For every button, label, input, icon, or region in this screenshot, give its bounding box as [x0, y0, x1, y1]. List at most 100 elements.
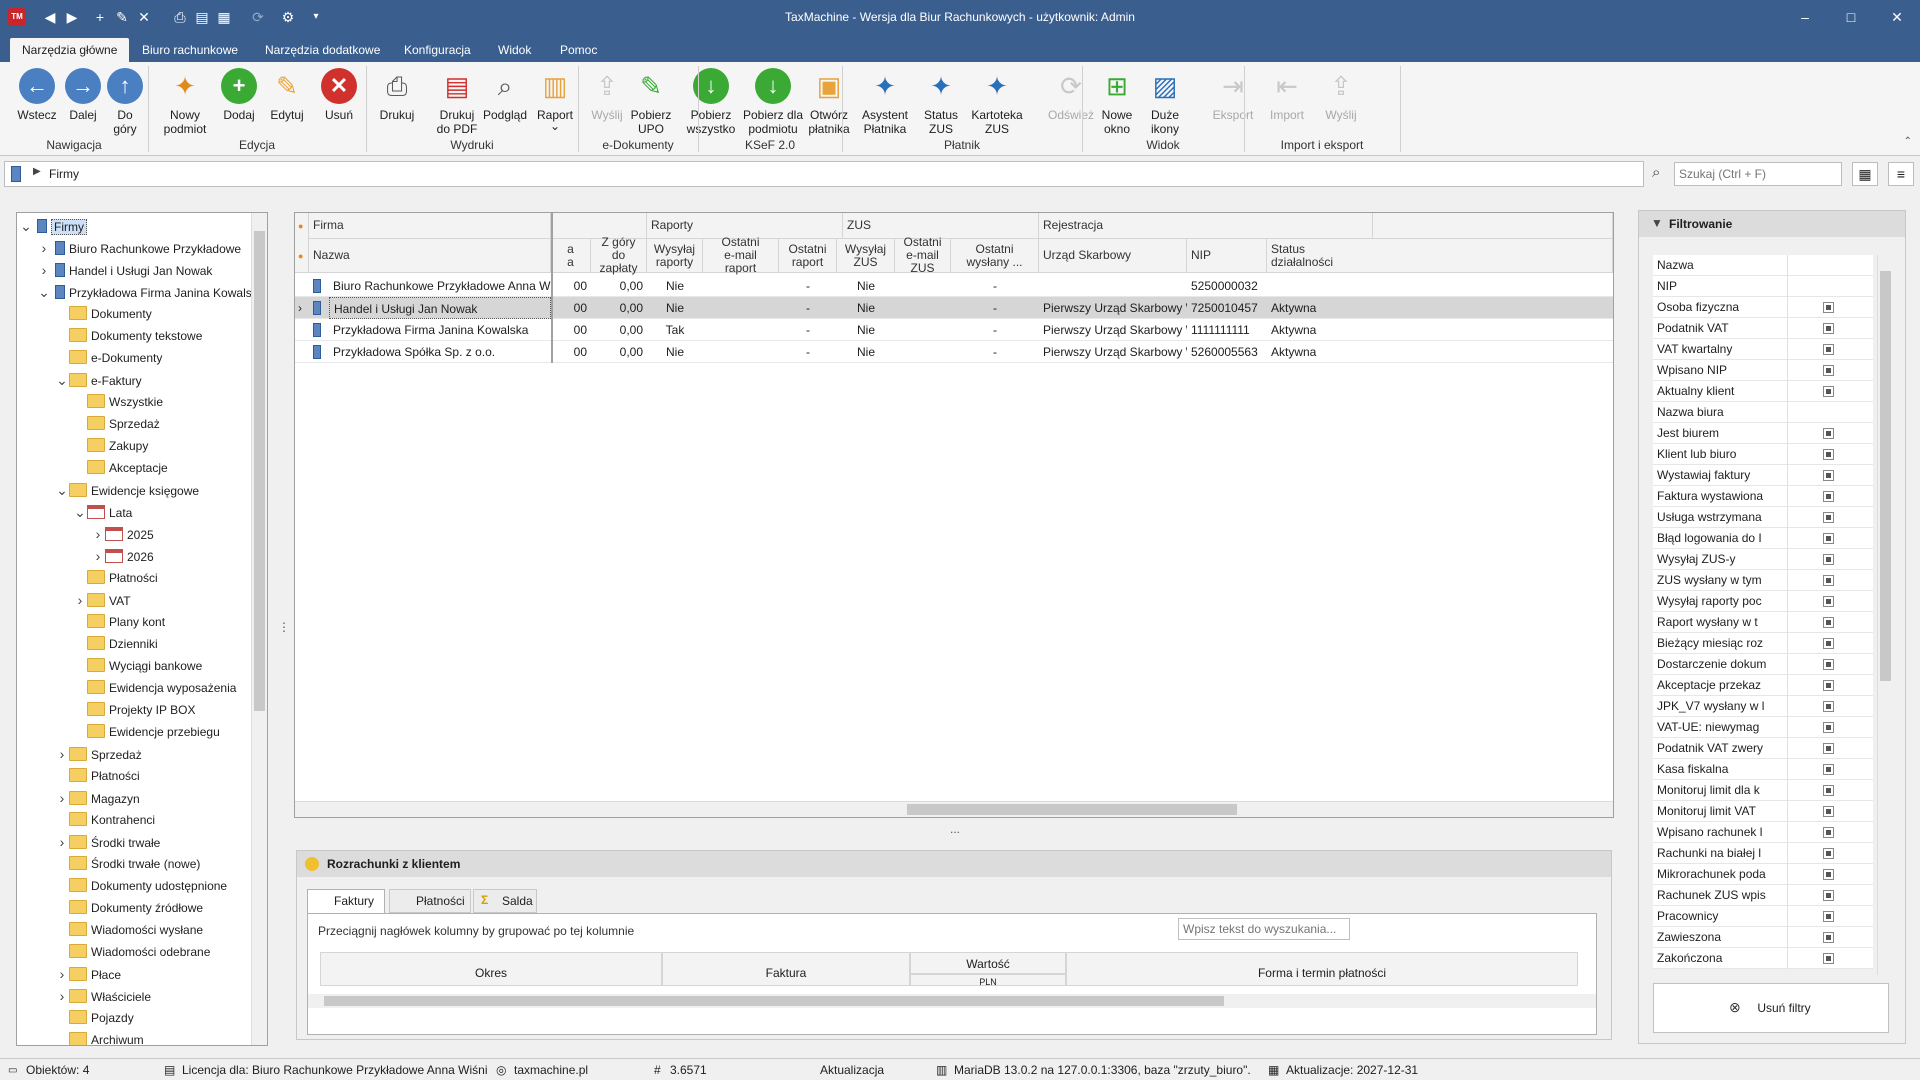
ribbon-button-status-zus[interactable]: ✦ Status ZUS — [914, 66, 968, 142]
ribbon-button-pobierz-dla-podmiotu[interactable]: ↓ Pobierz dla podmiotu — [740, 66, 806, 142]
tree-item[interactable]: › Sprzedaż — [55, 743, 142, 765]
clear-filters-button[interactable]: Usuń filtry — [1653, 983, 1889, 1033]
filter-checkbox[interactable] — [1823, 722, 1834, 733]
tree-item[interactable]: Płatności — [73, 567, 158, 589]
filter-checkbox[interactable] — [1823, 344, 1834, 355]
tree-item[interactable]: ⌄ Przykładowa Firma Janina Kowalska — [37, 281, 264, 303]
filter-row[interactable]: Bieżący miesiąc roz — [1653, 633, 1873, 654]
filter-checkbox[interactable] — [1823, 659, 1834, 670]
filter-row[interactable]: Kasa fiskalna — [1653, 759, 1873, 780]
tree-expander-icon[interactable]: ⌄ — [55, 369, 69, 391]
tab-widok[interactable]: Widok — [486, 38, 543, 62]
tree-item[interactable]: Plany kont — [73, 611, 165, 633]
tree-item[interactable]: Środki trwałe (nowe) — [55, 853, 200, 875]
ribbon-button-nowe-okno[interactable]: ⊞ Nowe okno — [1090, 66, 1144, 142]
tree-item[interactable]: ⌄ e-Faktury — [55, 369, 142, 391]
filter-checkbox[interactable] — [1823, 386, 1834, 397]
tree-expander-icon[interactable]: ⌄ — [73, 501, 87, 523]
splitter-horizontal-handle[interactable]: ... — [950, 822, 960, 836]
tree-item[interactable]: Wyciągi bankowe — [73, 655, 202, 677]
tree-expander-icon[interactable]: › — [55, 963, 69, 985]
filter-row[interactable]: Monitoruj limit dla k — [1653, 780, 1873, 801]
tree-item[interactable]: › VAT — [73, 589, 131, 611]
column-header[interactable]: Urząd Skarbowy — [1039, 239, 1187, 273]
grid-scrollbar-thumb[interactable] — [907, 804, 1237, 815]
col-forma-platnosci[interactable]: Forma i termin płatności — [1066, 952, 1578, 986]
column-header[interactable]: Ostatni wysłany ... — [951, 239, 1039, 273]
splitter-vertical-handle[interactable]: ⋮ — [278, 620, 290, 634]
tree-item[interactable]: ⌄ Lata — [73, 501, 132, 523]
column-group-header[interactable]: Firma — [309, 213, 551, 239]
filter-icon[interactable]: ≡ — [1888, 162, 1914, 186]
tree-item[interactable]: ⌄ Firmy — [19, 215, 87, 237]
filter-checkbox[interactable] — [1823, 491, 1834, 502]
tree-item[interactable]: Płatności — [55, 765, 140, 787]
ribbon-button-nowy-podmiot[interactable]: ✦ Nowy podmiot — [158, 66, 212, 142]
filter-checkbox[interactable] — [1823, 806, 1834, 817]
panel-horizontal-scrollbar[interactable] — [308, 994, 1596, 1008]
filter-row[interactable]: VAT-UE: niewymag — [1653, 717, 1873, 738]
filter-row[interactable]: Nazwa biura — [1653, 402, 1873, 423]
tree-item[interactable]: Kontrahenci — [55, 809, 155, 831]
tree-expander-icon[interactable]: › — [37, 237, 51, 259]
filter-row[interactable]: Wpisano rachunek l — [1653, 822, 1873, 843]
maximize-button[interactable]: □ — [1828, 0, 1874, 34]
filter-row[interactable]: Dostarczenie dokum — [1653, 654, 1873, 675]
ribbon-button-kartoteka-zus[interactable]: ✦ Kartoteka ZUS — [970, 66, 1024, 142]
breadcrumb-item[interactable]: Firmy — [49, 167, 79, 181]
tree-item[interactable]: › Handel i Usługi Jan Nowak — [37, 259, 213, 281]
filter-row[interactable]: Jest biurem — [1653, 423, 1873, 444]
tree-expander-icon[interactable]: › — [55, 787, 69, 809]
filter-row[interactable]: Monitoruj limit VAT — [1653, 801, 1873, 822]
filter-row[interactable]: Rachunek ZUS wpis — [1653, 885, 1873, 906]
filter-row[interactable]: Wystawiaj faktury — [1653, 465, 1873, 486]
filter-checkbox[interactable] — [1823, 449, 1834, 460]
filter-row[interactable]: Aktualny klient — [1653, 381, 1873, 402]
tree-item[interactable]: › Magazyn — [55, 787, 140, 809]
tree-item[interactable]: Projekty IP BOX — [73, 699, 195, 721]
tree-expander-icon[interactable]: › — [55, 985, 69, 1007]
filter-checkbox[interactable] — [1823, 932, 1834, 943]
ribbon-collapse-icon[interactable]: ⌃ — [1904, 136, 1912, 147]
tree-item[interactable]: › Biuro Rachunkowe Przykładowe — [37, 237, 241, 259]
ribbon-button-otwórz-płatnika[interactable]: ▣ Otwórz płatnika — [802, 66, 856, 142]
minimize-button[interactable]: – — [1782, 0, 1828, 34]
dropdown-arrow-icon[interactable]: ⌄ — [528, 120, 582, 132]
filter-checkbox[interactable] — [1823, 596, 1834, 607]
tree-item[interactable]: Dzienniki — [73, 633, 158, 655]
table-row[interactable]: › Handel i Usługi Jan Nowak 00 0,00 Nie - Nie -… — [295, 297, 1613, 319]
filter-row[interactable]: Usługa wstrzymana — [1653, 507, 1873, 528]
filter-checkbox[interactable] — [1823, 617, 1834, 628]
tree-item[interactable]: Pojazdy — [55, 1007, 134, 1029]
filter-row[interactable]: VAT kwartalny — [1653, 339, 1873, 360]
tree-item[interactable]: Dokumenty źródłowe — [55, 897, 203, 919]
col-pln[interactable]: PLN — [910, 974, 1066, 986]
filter-row[interactable]: Wysyłaj ZUS-y — [1653, 549, 1873, 570]
tree-scrollbar[interactable] — [251, 213, 267, 1045]
filter-row[interactable]: NIP — [1653, 276, 1873, 297]
ribbon-button-podgląd[interactable]: ⌕ Podgląd — [478, 66, 532, 142]
column-header[interactable]: Ostatni e-mail raport — [703, 236, 779, 275]
tree-item[interactable]: Sprzedaż — [73, 413, 160, 435]
column-header[interactable]: Wysyłaj raporty — [647, 239, 703, 273]
filter-row[interactable]: Zawieszona — [1653, 927, 1873, 948]
tree-item[interactable]: Wiadomości odebrane — [55, 941, 210, 963]
filter-row[interactable]: Wysyłaj raporty poc — [1653, 591, 1873, 612]
tree-item[interactable]: Wiadomości wysłane — [55, 919, 203, 941]
column-header[interactable]: Ostatni raport — [779, 239, 837, 273]
filter-row[interactable]: Osoba fizyczna — [1653, 297, 1873, 318]
col-okres[interactable]: Okres — [320, 952, 662, 986]
filter-row[interactable]: Klient lub biuro — [1653, 444, 1873, 465]
tree-item[interactable]: › 2025 — [91, 523, 154, 545]
tab-narzedzia-glowne[interactable]: Narzędzia główne — [10, 38, 130, 62]
tree-item[interactable]: › Środki trwałe — [55, 831, 161, 853]
tab-biuro-rachunkowe[interactable]: Biuro rachunkowe — [130, 38, 250, 62]
tab-konfiguracja[interactable]: Konfiguracja — [392, 38, 483, 62]
tab-pomoc[interactable]: Pomoc — [548, 38, 609, 62]
tree-item[interactable]: Dokumenty udostępnione — [55, 875, 227, 897]
column-header[interactable]: aa — [551, 239, 591, 273]
search-input[interactable] — [1674, 162, 1842, 186]
table-row[interactable]: Przykładowa Firma Janina Kowalska 00 0,00 T… — [295, 319, 1613, 341]
filter-row[interactable]: Akceptacje przekaz — [1653, 675, 1873, 696]
ribbon-button-edytuj[interactable]: ✎ Edytuj — [260, 66, 314, 142]
